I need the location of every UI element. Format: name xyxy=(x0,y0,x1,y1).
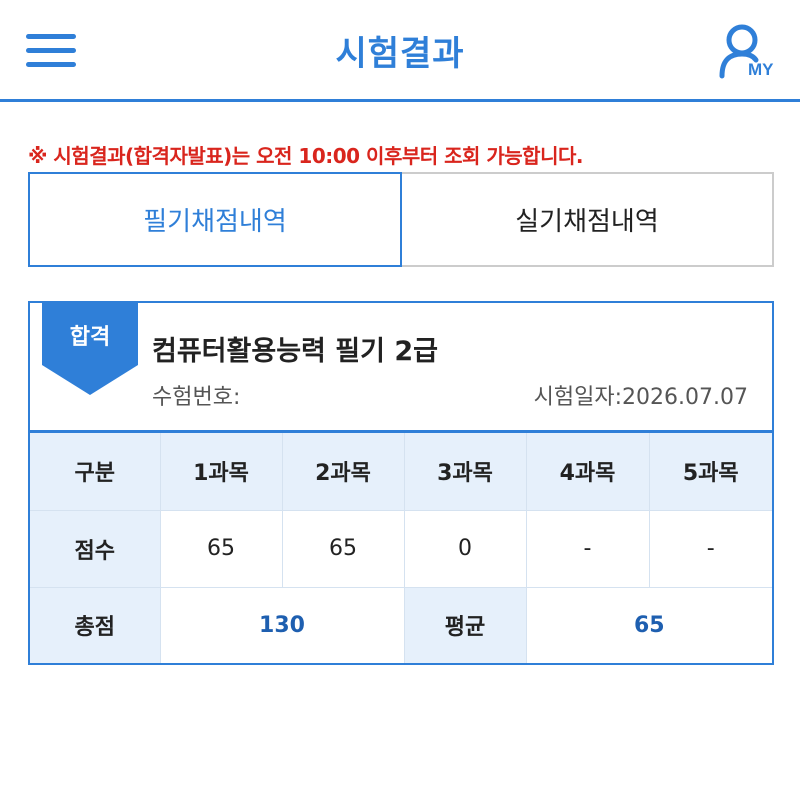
tab-practical-scores[interactable]: 실기채점내역 xyxy=(402,172,774,267)
exam-date-label: 시험일자: xyxy=(533,385,623,410)
score-row: 점수 65 65 0 - - xyxy=(30,510,772,588)
average-label: 평균 xyxy=(404,587,527,663)
app-header: 시험결과 MY xyxy=(0,0,800,102)
notice-prefix: ※ 시험결과(합격자발표)는 오전 xyxy=(28,144,299,168)
exam-number-label: 수험번호: xyxy=(152,385,241,410)
subject-header: 1과목 xyxy=(160,433,283,511)
subject-score: 65 xyxy=(282,510,405,588)
summary-row: 총점 130 평균 65 xyxy=(30,587,772,663)
my-page-button[interactable]: MY xyxy=(716,22,780,82)
subject-score: 0 xyxy=(404,510,527,588)
subject-score: 65 xyxy=(160,510,283,588)
average-score: 65 xyxy=(526,587,772,663)
result-card-header: 합격 컴퓨터활용능력 필기 2급 수험번호: 시험일자:2026.07.07 xyxy=(30,301,772,433)
exam-date-value: 2026.07.07 xyxy=(622,385,748,410)
exam-date: 시험일자:2026.07.07 xyxy=(534,379,748,411)
notice-suffix: 이후부터 조회 가능합니다. xyxy=(359,144,583,168)
result-card: 합격 컴퓨터활용능력 필기 2급 수험번호: 시험일자:2026.07.07 구… xyxy=(28,301,774,665)
tab-written-scores[interactable]: 필기채점내역 xyxy=(28,172,402,267)
subject-header: 4과목 xyxy=(526,433,650,511)
subject-score: - xyxy=(526,510,650,588)
my-label: MY xyxy=(748,60,774,79)
total-score: 130 xyxy=(160,587,405,663)
notice-time: 10:00 xyxy=(298,144,360,168)
score-label: 점수 xyxy=(30,510,161,588)
pass-badge-label: 합격 xyxy=(69,325,111,350)
page-title: 시험결과 xyxy=(335,34,465,74)
subject-header: 3과목 xyxy=(404,433,527,511)
subject-header: 5과목 xyxy=(649,433,772,511)
exam-name: 컴퓨터활용능력 필기 2급 xyxy=(152,336,438,367)
score-table: 구분 1과목 2과목 3과목 4과목 5과목 점수 65 65 0 - - 총점… xyxy=(30,433,772,663)
notice-text: ※ 시험결과(합격자발표)는 오전 10:00 이후부터 조회 가능합니다. xyxy=(28,140,583,169)
tab-bar: 필기채점내역 실기채점내역 xyxy=(28,172,774,267)
subject-header: 2과목 xyxy=(282,433,405,511)
subject-score: - xyxy=(649,510,772,588)
table-header-row: 구분 1과목 2과목 3과목 4과목 5과목 xyxy=(30,433,772,511)
category-header: 구분 xyxy=(30,433,161,511)
total-label: 총점 xyxy=(30,587,161,663)
